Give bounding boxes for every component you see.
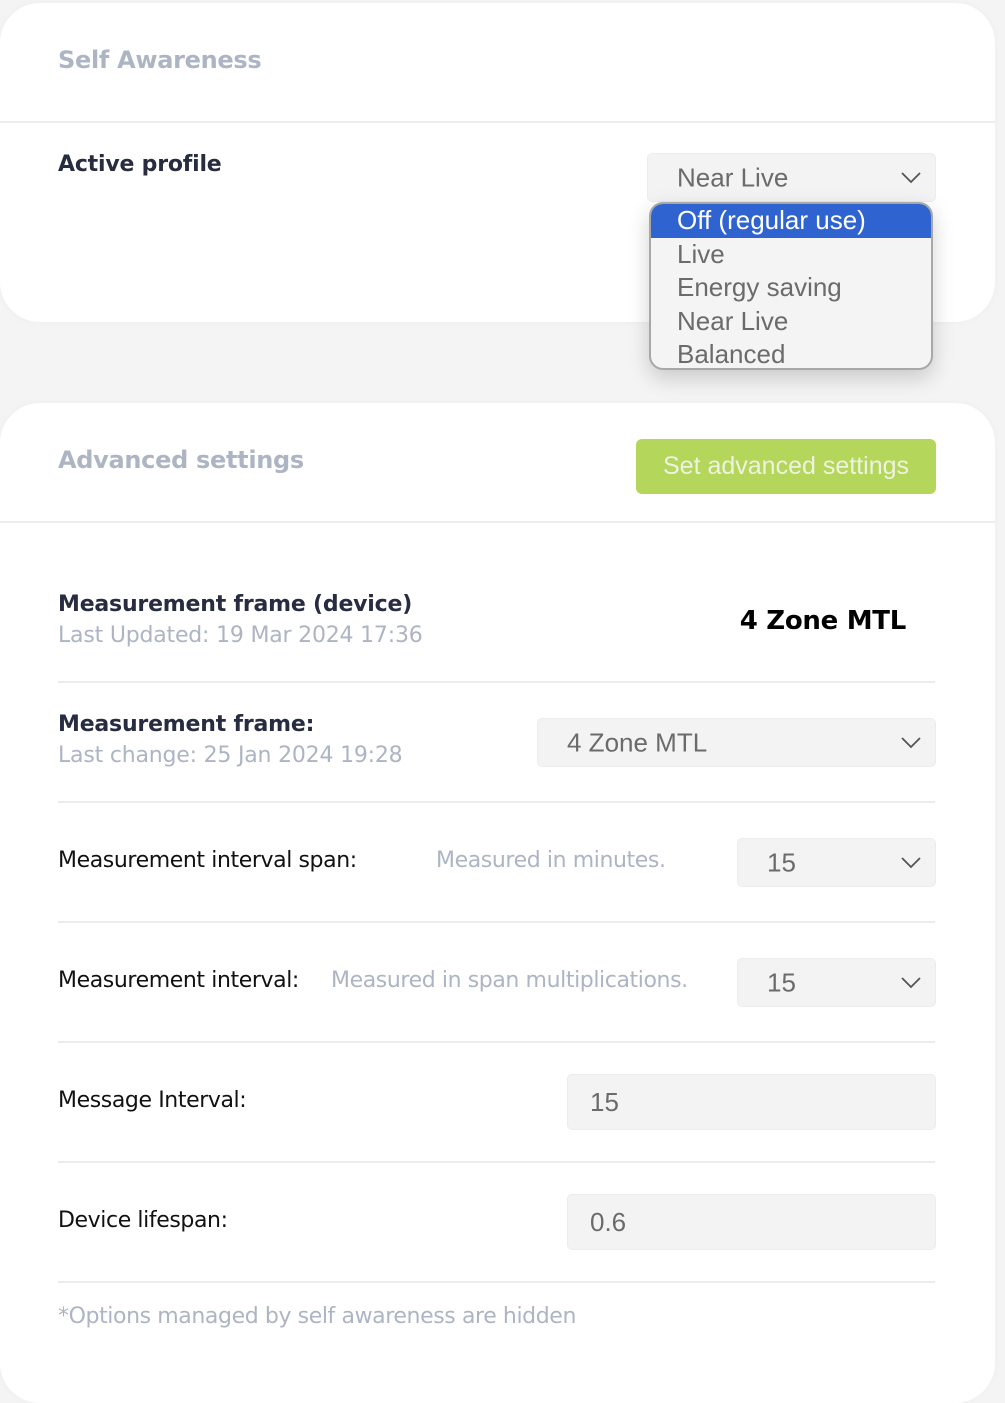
measurement-frame-last-change: Last change: 25 Jan 2024 19:28: [58, 743, 403, 768]
interval-label: Measurement interval:: [58, 968, 299, 993]
header-divider: [0, 121, 995, 123]
set-advanced-settings-button[interactable]: Set advanced settings: [636, 439, 936, 494]
chevron-down-icon: [901, 736, 921, 748]
interval-span-select[interactable]: 15: [737, 838, 936, 887]
measurement-frame-label: Measurement frame:: [58, 712, 315, 737]
active-profile-select[interactable]: Near Live: [647, 153, 936, 202]
self-awareness-title: Self Awareness: [58, 46, 262, 74]
interval-hint: Measured in span multiplications.: [331, 968, 688, 993]
profile-option-off[interactable]: Off (regular use): [651, 204, 931, 238]
header-divider: [0, 521, 995, 523]
row-divider: [58, 1041, 935, 1043]
active-profile-select-value: Near Live: [677, 162, 789, 192]
profile-option-balanced[interactable]: Balanced: [651, 338, 931, 368]
message-interval-input[interactable]: 15: [567, 1074, 936, 1130]
interval-select[interactable]: 15: [737, 958, 936, 1007]
device-frame-label: Measurement frame (device): [58, 592, 413, 617]
chevron-down-icon: [901, 976, 921, 988]
row-divider: [58, 681, 935, 683]
chevron-down-icon: [901, 856, 921, 868]
message-interval-label: Message Interval:: [58, 1088, 247, 1113]
chevron-down-icon: [901, 171, 921, 183]
active-profile-options-list[interactable]: Off (regular use) Live Energy saving Nea…: [649, 202, 933, 370]
interval-span-hint: Measured in minutes.: [436, 848, 666, 873]
device-frame-last-updated: Last Updated: 19 Mar 2024 17:36: [58, 623, 423, 648]
device-lifespan-input[interactable]: 0.6: [567, 1194, 936, 1250]
interval-span-label: Measurement interval span:: [58, 848, 357, 873]
profile-option-energy-saving[interactable]: Energy saving: [651, 271, 931, 305]
profile-option-near-live[interactable]: Near Live: [651, 305, 931, 339]
row-divider: [58, 921, 935, 923]
device-frame-value: 4 Zone MTL: [739, 606, 907, 636]
device-lifespan-label: Device lifespan:: [58, 1208, 228, 1233]
interval-span-select-value: 15: [767, 847, 796, 877]
measurement-frame-select-value: 4 Zone MTL: [567, 727, 708, 757]
advanced-settings-title: Advanced settings: [58, 446, 304, 474]
measurement-frame-select[interactable]: 4 Zone MTL: [537, 718, 936, 767]
profile-option-live[interactable]: Live: [651, 238, 931, 272]
active-profile-label: Active profile: [58, 152, 222, 177]
interval-select-value: 15: [767, 967, 796, 997]
hidden-options-footnote: *Options managed by self awareness are h…: [58, 1304, 576, 1329]
row-divider: [58, 1161, 935, 1163]
row-divider: [58, 801, 935, 803]
advanced-settings-card: Advanced settings Set advanced settings …: [0, 403, 995, 1403]
row-divider: [58, 1281, 935, 1283]
